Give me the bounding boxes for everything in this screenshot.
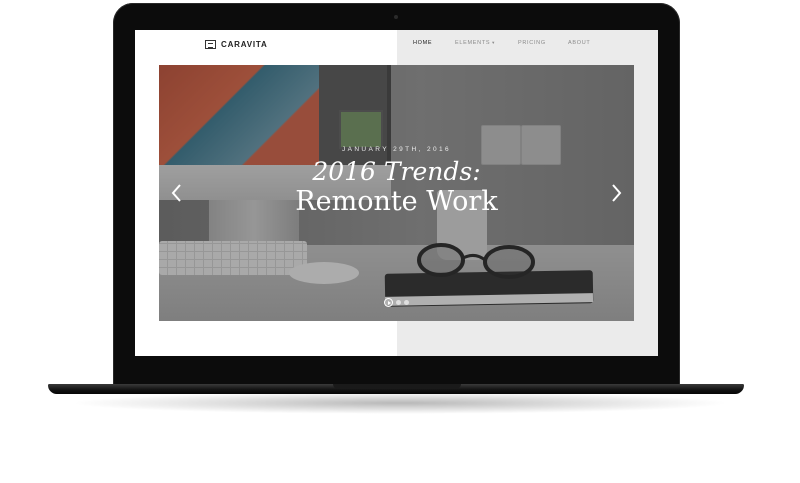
chevron-right-icon [612, 184, 622, 202]
nav-elements-label: ELEMENTS [455, 40, 491, 46]
hero-date: JANUARY 29TH, 2016 [341, 146, 452, 153]
hero-slider: JANUARY 29TH, 2016 2016 Trends: Remonte … [159, 65, 634, 321]
slider-pagination [384, 297, 409, 307]
slider-dot-1[interactable] [396, 299, 401, 305]
caret-down-icon: ▼ [491, 40, 496, 45]
nav-pricing[interactable]: PRICING [518, 40, 546, 46]
laptop-screen: CARAVITA HOME ELEMENTS▼ PRICING ABOUT JA… [135, 30, 658, 356]
nav-elements[interactable]: ELEMENTS▼ [455, 40, 496, 46]
slider-prev-button[interactable] [170, 183, 184, 203]
nav-about[interactable]: ABOUT [568, 40, 590, 46]
camera [394, 15, 398, 19]
hero-title-line1: 2016 Trends: [312, 157, 481, 186]
laptop-hinge-notch [333, 384, 461, 389]
play-icon[interactable] [384, 297, 393, 307]
main-nav: HOME ELEMENTS▼ PRICING ABOUT [135, 40, 658, 50]
slider-dot-2[interactable] [404, 299, 409, 305]
nav-home[interactable]: HOME [413, 40, 432, 46]
laptop-shadow [70, 392, 730, 414]
slider-next-button[interactable] [609, 183, 623, 203]
hero-title-line2: Remonte Work [295, 186, 498, 217]
chevron-left-icon [171, 184, 181, 202]
